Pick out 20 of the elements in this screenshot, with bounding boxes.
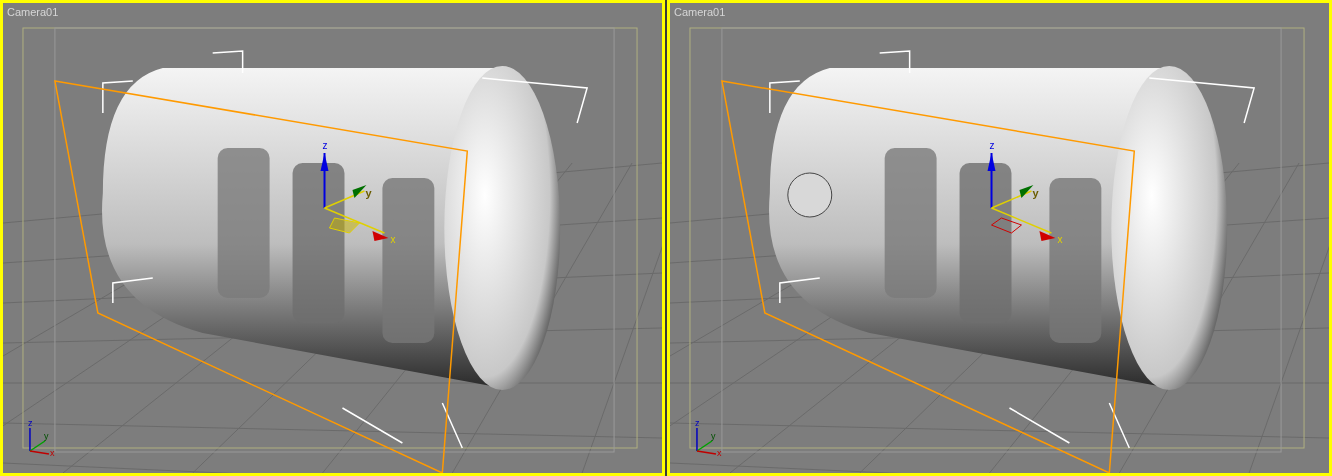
move-gizmo-icon — [987, 152, 1056, 241]
axis-label: z — [322, 140, 328, 151]
axis-label: x — [716, 448, 722, 458]
axis-label: x — [49, 448, 55, 458]
axis-label: y — [710, 431, 716, 441]
axis-label: z — [27, 418, 33, 428]
axis-label: x — [390, 234, 396, 245]
move-gizmo-icon — [320, 152, 389, 241]
axis-label: x — [1057, 234, 1063, 245]
axis-label: z — [989, 140, 995, 151]
axis-triad-icon — [29, 427, 50, 455]
axis-label: z — [694, 418, 700, 428]
axis-triad-icon — [696, 427, 717, 455]
axis-label: y — [43, 431, 49, 441]
viewport[interactable]: Camera01 z y x z y x — [667, 0, 1332, 476]
viewport-label: Camera01 — [674, 6, 726, 18]
axis-label: y — [365, 187, 372, 199]
viewport-label: Camera01 — [7, 6, 59, 18]
viewport[interactable]: Camera01 z y x z y x — [0, 0, 665, 476]
axis-label: y — [1032, 187, 1039, 199]
